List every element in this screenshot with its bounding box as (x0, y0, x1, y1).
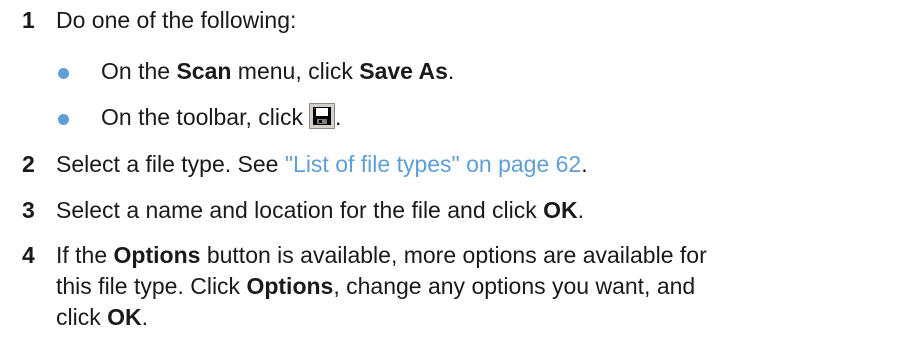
step-number: 1 (22, 7, 35, 33)
step-text: Select a name and location for the file … (56, 197, 585, 223)
step-4-line-3: click OK. (56, 304, 149, 330)
options-label: Options (246, 273, 334, 299)
step-number: 2 (22, 151, 35, 177)
step-number: 3 (22, 197, 35, 223)
options-label: Options (113, 242, 201, 268)
step-text: Do one of the following: (56, 7, 297, 33)
bullet-dot (58, 68, 69, 79)
bullet-item-scan-menu: On the Scan menu, click Save As. (56, 56, 906, 87)
bullet-text: On the toolbar, click . (101, 103, 342, 130)
step-text: Select a file type. See "List of file ty… (56, 151, 588, 177)
bullet-dot (58, 114, 69, 125)
save-as-label: Save As (359, 58, 448, 84)
file-types-link[interactable]: "List of file types" on page 62 (285, 151, 581, 177)
step-4-line-2: this file type. Click Options, change an… (56, 273, 696, 299)
step-number: 4 (22, 242, 35, 268)
ok-label: OK (543, 197, 578, 223)
bullet-text: On the Scan menu, click Save As. (101, 58, 455, 84)
step-text: If the Options button is available, more… (56, 240, 896, 333)
bullet-item-toolbar: On the toolbar, click . (56, 102, 906, 133)
ok-label: OK (107, 304, 142, 330)
save-floppy-icon (309, 103, 335, 129)
scan-menu-label: Scan (176, 58, 232, 84)
step-4-line-1: If the Options button is available, more… (56, 242, 707, 268)
